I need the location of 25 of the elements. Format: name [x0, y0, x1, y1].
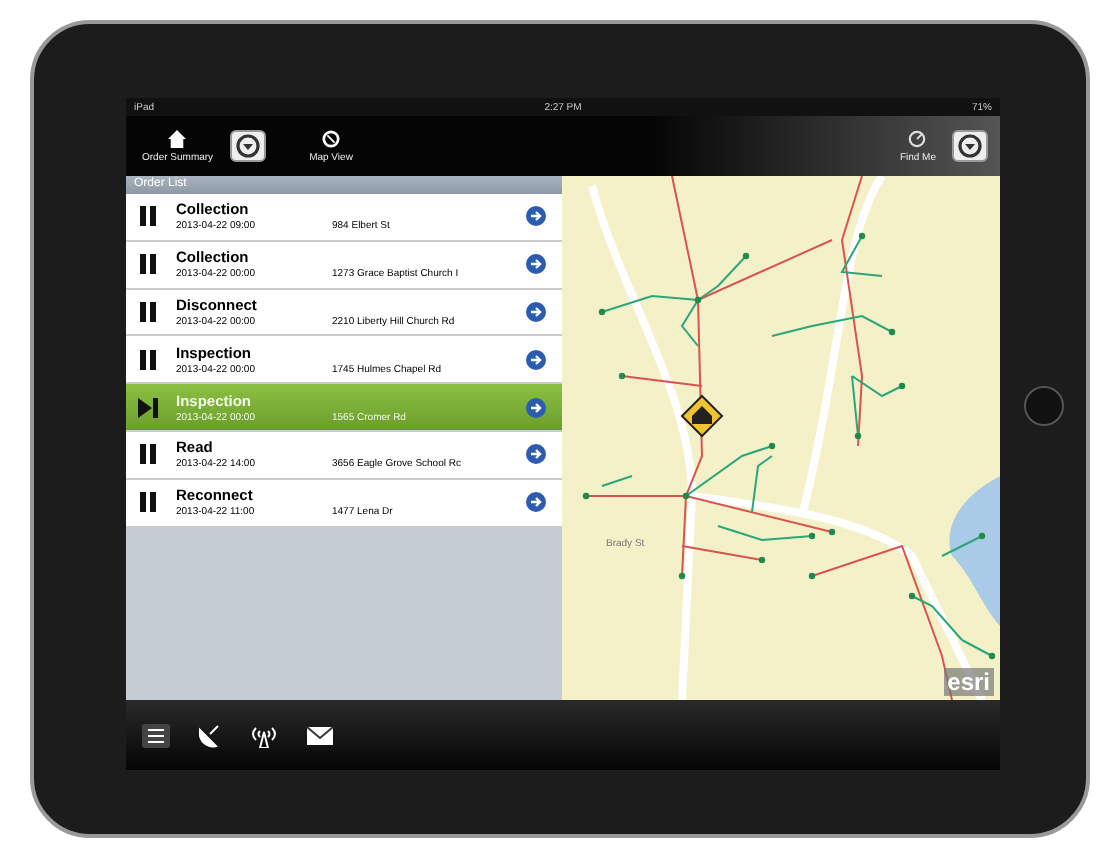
satellite-dish-icon[interactable]	[198, 723, 222, 747]
arrow-circle-icon[interactable]	[526, 397, 546, 418]
antenna-signal-icon[interactable]	[250, 723, 278, 747]
esri-logo: esri	[943, 668, 994, 696]
pause-icon	[138, 254, 158, 275]
pause-icon	[138, 444, 158, 465]
arrow-circle-icon[interactable]	[526, 444, 546, 465]
arrow-circle-icon[interactable]	[526, 254, 546, 275]
locate-icon	[908, 129, 927, 147]
dropdown-button[interactable]	[952, 130, 988, 162]
pause-icon	[138, 349, 158, 370]
play-next-icon	[138, 397, 158, 418]
arrow-circle-icon[interactable]	[526, 349, 546, 370]
home-icon	[168, 129, 187, 147]
arrow-circle-icon[interactable]	[526, 206, 546, 227]
arrow-circle-icon[interactable]	[526, 301, 546, 322]
pause-icon	[138, 206, 158, 227]
mail-icon[interactable]	[306, 725, 334, 745]
home-button[interactable]	[1023, 386, 1063, 426]
pause-icon	[138, 301, 158, 322]
house-marker-icon	[680, 394, 724, 438]
list-icon[interactable]	[142, 723, 170, 747]
pause-icon	[138, 492, 158, 513]
dropdown-button[interactable]	[229, 130, 266, 162]
arrow-circle-icon[interactable]	[526, 492, 546, 513]
